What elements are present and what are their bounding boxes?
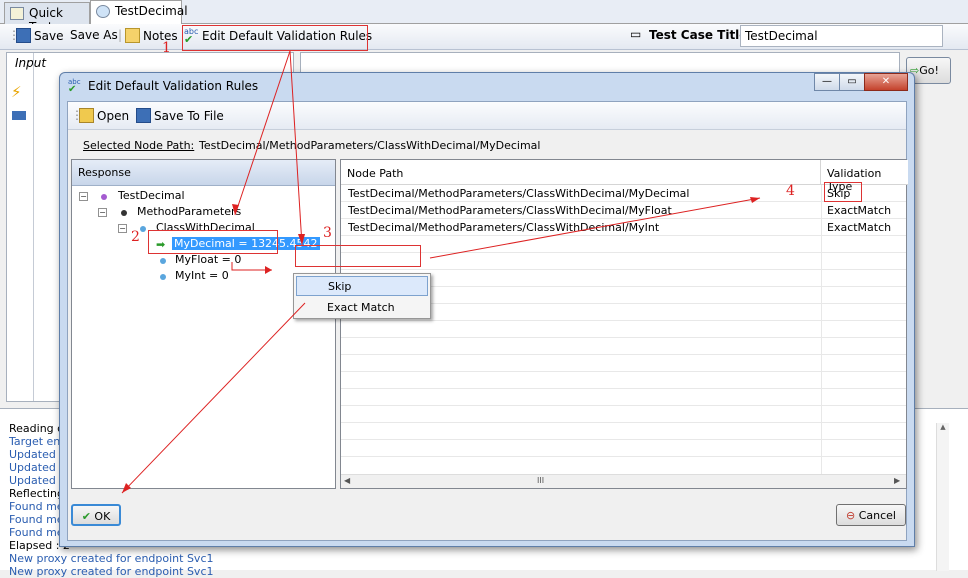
arrow-head — [232, 204, 239, 215]
arrow-line — [234, 50, 291, 216]
arrow-line — [289, 50, 303, 246]
arrow-line — [429, 197, 761, 259]
arrow-head — [298, 234, 305, 245]
annotation-arrows — [121, 50, 761, 494]
arrow-head — [265, 266, 272, 274]
arrow-line — [121, 302, 306, 494]
arrow-head — [750, 197, 760, 203]
